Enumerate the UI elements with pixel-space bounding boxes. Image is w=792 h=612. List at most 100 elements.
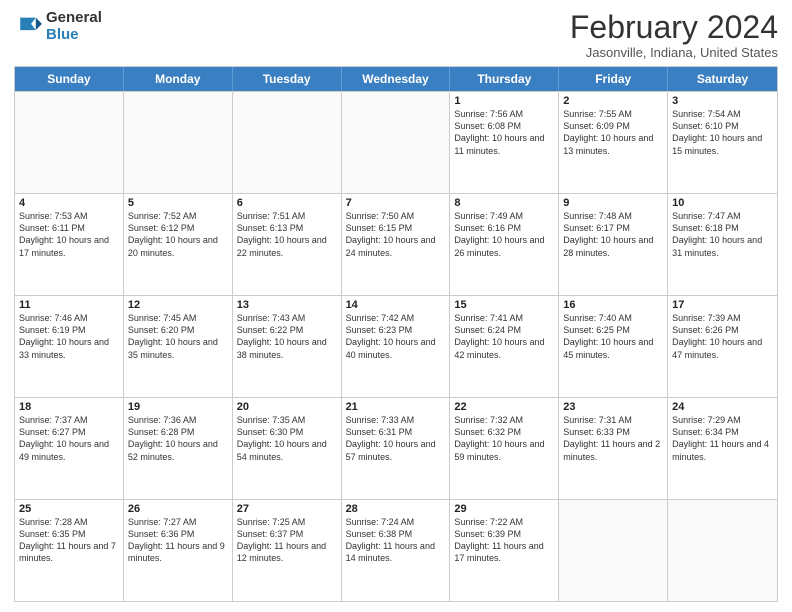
day-number: 11 [19,299,119,311]
day-info: Sunrise: 7:41 AM Sunset: 6:24 PM Dayligh… [454,312,554,361]
calendar: SundayMondayTuesdayWednesdayThursdayFrid… [14,66,778,602]
day-number: 19 [128,401,228,413]
day-header-monday: Monday [124,67,233,91]
day-header-wednesday: Wednesday [342,67,451,91]
day-number: 1 [454,95,554,107]
day-number: 15 [454,299,554,311]
day-number: 24 [672,401,773,413]
day-cell-15: 15Sunrise: 7:41 AM Sunset: 6:24 PM Dayli… [450,296,559,397]
day-cell-20: 20Sunrise: 7:35 AM Sunset: 6:30 PM Dayli… [233,398,342,499]
day-info: Sunrise: 7:45 AM Sunset: 6:20 PM Dayligh… [128,312,228,361]
header: General Blue February 2024 Jasonville, I… [14,10,778,60]
day-cell-7: 7Sunrise: 7:50 AM Sunset: 6:15 PM Daylig… [342,194,451,295]
day-number: 16 [563,299,663,311]
day-info: Sunrise: 7:48 AM Sunset: 6:17 PM Dayligh… [563,210,663,259]
calendar-header: SundayMondayTuesdayWednesdayThursdayFrid… [15,67,777,91]
day-cell-25: 25Sunrise: 7:28 AM Sunset: 6:35 PM Dayli… [15,500,124,601]
day-number: 6 [237,197,337,209]
day-cell-3: 3Sunrise: 7:54 AM Sunset: 6:10 PM Daylig… [668,92,777,193]
day-info: Sunrise: 7:33 AM Sunset: 6:31 PM Dayligh… [346,414,446,463]
logo-general: General [46,10,102,27]
day-number: 3 [672,95,773,107]
empty-cell [233,92,342,193]
day-number: 4 [19,197,119,209]
day-cell-26: 26Sunrise: 7:27 AM Sunset: 6:36 PM Dayli… [124,500,233,601]
day-number: 18 [19,401,119,413]
week-row-5: 25Sunrise: 7:28 AM Sunset: 6:35 PM Dayli… [15,499,777,601]
day-cell-13: 13Sunrise: 7:43 AM Sunset: 6:22 PM Dayli… [233,296,342,397]
day-info: Sunrise: 7:49 AM Sunset: 6:16 PM Dayligh… [454,210,554,259]
day-number: 5 [128,197,228,209]
day-info: Sunrise: 7:37 AM Sunset: 6:27 PM Dayligh… [19,414,119,463]
week-row-1: 1Sunrise: 7:56 AM Sunset: 6:08 PM Daylig… [15,91,777,193]
week-row-2: 4Sunrise: 7:53 AM Sunset: 6:11 PM Daylig… [15,193,777,295]
day-info: Sunrise: 7:50 AM Sunset: 6:15 PM Dayligh… [346,210,446,259]
day-cell-11: 11Sunrise: 7:46 AM Sunset: 6:19 PM Dayli… [15,296,124,397]
day-info: Sunrise: 7:53 AM Sunset: 6:11 PM Dayligh… [19,210,119,259]
day-cell-5: 5Sunrise: 7:52 AM Sunset: 6:12 PM Daylig… [124,194,233,295]
logo-icon [14,13,42,41]
day-header-tuesday: Tuesday [233,67,342,91]
day-number: 29 [454,503,554,515]
day-number: 7 [346,197,446,209]
day-cell-8: 8Sunrise: 7:49 AM Sunset: 6:16 PM Daylig… [450,194,559,295]
day-number: 14 [346,299,446,311]
day-number: 20 [237,401,337,413]
calendar-page: General Blue February 2024 Jasonville, I… [0,0,792,612]
logo: General Blue [14,10,102,43]
day-cell-12: 12Sunrise: 7:45 AM Sunset: 6:20 PM Dayli… [124,296,233,397]
day-info: Sunrise: 7:31 AM Sunset: 6:33 PM Dayligh… [563,414,663,463]
empty-cell [559,500,668,601]
day-header-thursday: Thursday [450,67,559,91]
day-cell-16: 16Sunrise: 7:40 AM Sunset: 6:25 PM Dayli… [559,296,668,397]
day-number: 23 [563,401,663,413]
day-header-friday: Friday [559,67,668,91]
day-info: Sunrise: 7:46 AM Sunset: 6:19 PM Dayligh… [19,312,119,361]
day-number: 28 [346,503,446,515]
day-cell-9: 9Sunrise: 7:48 AM Sunset: 6:17 PM Daylig… [559,194,668,295]
day-info: Sunrise: 7:47 AM Sunset: 6:18 PM Dayligh… [672,210,773,259]
day-info: Sunrise: 7:55 AM Sunset: 6:09 PM Dayligh… [563,108,663,157]
day-number: 10 [672,197,773,209]
day-number: 12 [128,299,228,311]
day-number: 26 [128,503,228,515]
day-cell-6: 6Sunrise: 7:51 AM Sunset: 6:13 PM Daylig… [233,194,342,295]
day-info: Sunrise: 7:43 AM Sunset: 6:22 PM Dayligh… [237,312,337,361]
day-number: 21 [346,401,446,413]
day-number: 2 [563,95,663,107]
main-title: February 2024 [570,10,778,45]
subtitle: Jasonville, Indiana, United States [570,45,778,60]
day-cell-27: 27Sunrise: 7:25 AM Sunset: 6:37 PM Dayli… [233,500,342,601]
day-info: Sunrise: 7:25 AM Sunset: 6:37 PM Dayligh… [237,516,337,565]
day-info: Sunrise: 7:52 AM Sunset: 6:12 PM Dayligh… [128,210,228,259]
week-row-4: 18Sunrise: 7:37 AM Sunset: 6:27 PM Dayli… [15,397,777,499]
logo-blue: Blue [46,27,102,44]
day-info: Sunrise: 7:42 AM Sunset: 6:23 PM Dayligh… [346,312,446,361]
day-cell-21: 21Sunrise: 7:33 AM Sunset: 6:31 PM Dayli… [342,398,451,499]
calendar-body: 1Sunrise: 7:56 AM Sunset: 6:08 PM Daylig… [15,91,777,601]
day-cell-22: 22Sunrise: 7:32 AM Sunset: 6:32 PM Dayli… [450,398,559,499]
day-cell-2: 2Sunrise: 7:55 AM Sunset: 6:09 PM Daylig… [559,92,668,193]
day-cell-19: 19Sunrise: 7:36 AM Sunset: 6:28 PM Dayli… [124,398,233,499]
day-cell-14: 14Sunrise: 7:42 AM Sunset: 6:23 PM Dayli… [342,296,451,397]
day-info: Sunrise: 7:35 AM Sunset: 6:30 PM Dayligh… [237,414,337,463]
day-cell-4: 4Sunrise: 7:53 AM Sunset: 6:11 PM Daylig… [15,194,124,295]
day-cell-29: 29Sunrise: 7:22 AM Sunset: 6:39 PM Dayli… [450,500,559,601]
day-cell-24: 24Sunrise: 7:29 AM Sunset: 6:34 PM Dayli… [668,398,777,499]
empty-cell [15,92,124,193]
day-info: Sunrise: 7:24 AM Sunset: 6:38 PM Dayligh… [346,516,446,565]
day-number: 17 [672,299,773,311]
day-cell-18: 18Sunrise: 7:37 AM Sunset: 6:27 PM Dayli… [15,398,124,499]
day-info: Sunrise: 7:51 AM Sunset: 6:13 PM Dayligh… [237,210,337,259]
day-info: Sunrise: 7:40 AM Sunset: 6:25 PM Dayligh… [563,312,663,361]
day-number: 9 [563,197,663,209]
day-number: 27 [237,503,337,515]
week-row-3: 11Sunrise: 7:46 AM Sunset: 6:19 PM Dayli… [15,295,777,397]
empty-cell [668,500,777,601]
day-cell-1: 1Sunrise: 7:56 AM Sunset: 6:08 PM Daylig… [450,92,559,193]
empty-cell [342,92,451,193]
day-info: Sunrise: 7:27 AM Sunset: 6:36 PM Dayligh… [128,516,228,565]
logo-text: General Blue [46,10,102,43]
day-number: 25 [19,503,119,515]
day-cell-10: 10Sunrise: 7:47 AM Sunset: 6:18 PM Dayli… [668,194,777,295]
